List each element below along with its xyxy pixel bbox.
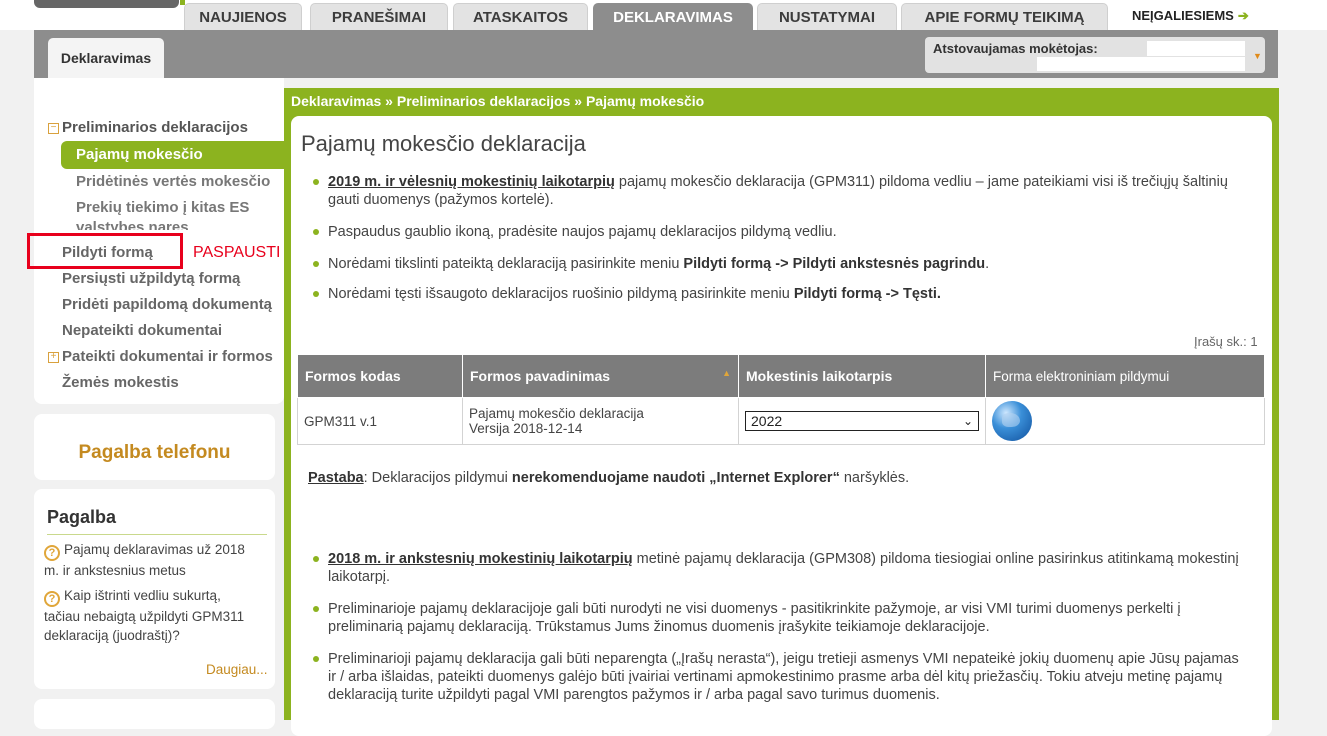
question-icon: ? xyxy=(44,545,60,561)
section-bar: Deklaravimas Atstovaujamas mokėtojas: ▼ xyxy=(34,30,1278,78)
sidebar-bottom-box xyxy=(34,699,275,729)
note-bold: nerekomenduojame naudoti „Internet Explo… xyxy=(511,470,840,486)
info-text: Preliminarioje pajamų deklaracijoje gali… xyxy=(328,601,1181,635)
col-mokestinis-laikotarpis[interactable]: Mokestinis laikotarpis xyxy=(738,354,986,398)
expand-icon[interactable]: + xyxy=(48,352,59,363)
dropdown-arrow-icon[interactable]: ▼ xyxy=(1253,51,1262,61)
nav-prideti-dokumenta[interactable]: Pridėti papildomą dokumentą xyxy=(62,296,272,313)
help-box: Pagalba ? Pajamų deklaravimas už 2018 m. … xyxy=(34,489,275,689)
cell-code: GPM311 v.1 xyxy=(297,397,463,445)
cell-period: 2022 ⌄ xyxy=(738,397,986,445)
cell-globe xyxy=(985,397,1265,445)
help-link-1-text[interactable]: Pajamų deklaravimas už 2018 m. ir ankste… xyxy=(44,542,245,578)
note-text: : Deklaracijos pildymui xyxy=(363,470,512,486)
payer-field-1[interactable] xyxy=(1147,41,1245,56)
more-link[interactable]: Daugiau... xyxy=(206,662,268,677)
period-value[interactable]: 2022 xyxy=(751,413,782,429)
logo xyxy=(34,0,179,8)
payer-label: Atstovaujamas mokėtojas: xyxy=(933,41,1098,56)
help-link-2-text[interactable]: Kaip ištrinti vedliu sukurtą, tačiau neb… xyxy=(44,588,244,643)
page-title: Pajamų mokesčio deklaracija xyxy=(301,131,586,156)
top-header: NAUJIENOS PRANEŠIMAI ATASKAITOS DEKLARAV… xyxy=(0,0,1327,30)
nav-pvm[interactable]: Pridėtinės vertės mokesčio xyxy=(76,172,276,192)
payer-selector[interactable]: Atstovaujamas mokėtojas: ▼ xyxy=(925,37,1265,73)
cell-name: Pajamų mokesčio deklaracija Versija 2018-… xyxy=(462,397,739,445)
info-item: Paspaudus gaublio ikoną, pradėsite naujo… xyxy=(313,223,1243,241)
main-panel: Deklaravimas » Preliminarios deklaracijo… xyxy=(284,88,1279,736)
breadcrumb: Deklaravimas » Preliminarios deklaracijo… xyxy=(291,93,704,109)
info-item: Preliminarioje pajamų deklaracijoje gali… xyxy=(313,600,1243,636)
breadcrumb-deklaravimas[interactable]: Deklaravimas » xyxy=(291,93,393,109)
payer-field-2[interactable] xyxy=(1037,57,1245,71)
info-item: 2018 m. ir ankstesnių mokestinių laikota… xyxy=(313,550,1243,586)
record-count: Įrašų sk.: 1 xyxy=(1194,334,1258,349)
tab-nustatymai[interactable]: NUSTATYMAI xyxy=(757,3,897,30)
form-version: Versija 2018-12-14 xyxy=(469,421,583,436)
divider xyxy=(47,534,267,535)
section-tab-deklaravimas[interactable]: Deklaravimas xyxy=(48,38,164,78)
nav-pateikti-dokumentai[interactable]: Pateikti dokumentai ir formos xyxy=(62,348,273,365)
help-link-1[interactable]: ? Pajamų deklaravimas už 2018 m. ir ankst… xyxy=(44,540,254,580)
nav-prekiu-tiekimo[interactable]: Prekių tiekimo į kitas ES valstybes nare… xyxy=(76,198,276,230)
info-item: Norėdami tikslinti pateiktą deklaraciją … xyxy=(313,255,1243,273)
chevron-down-icon[interactable]: ⌄ xyxy=(963,412,973,430)
nav-nepateikti-dokumentai[interactable]: Nepateikti dokumentai xyxy=(62,322,222,339)
info-bold: Pildyti formą -> Pildyti ankstesnės pagr… xyxy=(683,256,986,272)
info-item: Norėdami tęsti išsaugoto deklaracijos ru… xyxy=(313,285,1243,303)
forms-table: Formos kodas Formos pavadinimas ▲ Mokesti… xyxy=(297,354,1265,445)
collapse-icon[interactable]: − xyxy=(48,123,59,134)
accessibility-link-label[interactable]: NEĮGALIESIEMS xyxy=(1132,8,1234,23)
nav-persiusti-forma[interactable]: Persiųsti užpildytą formą xyxy=(62,270,240,287)
annotation-label: PASPAUSTI xyxy=(193,244,281,261)
help-title: Pagalba xyxy=(47,507,117,527)
help-link-2[interactable]: ? Kaip ištrinti vedliu sukurtą, tačiau ne… xyxy=(44,586,254,645)
info-item: 2019 m. ir vėlesnių mokestinių laikotarp… xyxy=(313,173,1243,209)
col-label[interactable]: Formos pavadinimas xyxy=(470,368,610,384)
col-formos-pavadinimas[interactable]: Formos pavadinimas ▲ xyxy=(462,354,739,398)
note-label: Pastaba xyxy=(308,470,364,486)
breadcrumb-current: » Pajamų mokesčio xyxy=(574,93,705,109)
arrow-right-icon: ➔ xyxy=(1237,8,1249,23)
phone-help-box: Pagalba telefonu xyxy=(34,414,275,480)
question-icon: ? xyxy=(44,591,60,607)
info-text: Norėdami tęsti išsaugoto deklaracijos ru… xyxy=(328,286,794,302)
note-end: naršyklės. xyxy=(839,470,910,486)
table-header-row: Formos kodas Formos pavadinimas ▲ Mokesti… xyxy=(297,354,1265,398)
form-name: Pajamų mokesčio deklaracija xyxy=(469,406,644,421)
nav-zemes-mokestis[interactable]: Žemės mokestis xyxy=(62,374,179,391)
breadcrumb-preliminarios[interactable]: Preliminarios deklaracijos xyxy=(397,93,571,109)
info-text: Paspaudus gaublio ikoną, pradėsite naujo… xyxy=(328,224,837,240)
info-text: Preliminarioji pajamų deklaracija gali b… xyxy=(328,651,1239,703)
info-text: Norėdami tikslinti pateiktą deklaraciją … xyxy=(328,256,684,272)
globe-icon[interactable] xyxy=(992,401,1032,441)
tab-apie-formu-teikima[interactable]: APIE FORMŲ TEIKIMĄ xyxy=(901,3,1108,30)
accessibility-link[interactable]: NEĮGALIESIEMS ➔ xyxy=(1132,8,1249,24)
col-forma-elektroniniam: Forma elektroniniam pildymui xyxy=(985,354,1265,398)
highlight-box xyxy=(27,233,183,269)
tab-naujienos[interactable]: NAUJIENOS xyxy=(184,3,302,30)
content-panel: Pajamų mokesčio deklaracija 2019 m. ir v… xyxy=(291,116,1272,736)
info-item: Preliminarioji pajamų deklaracija gali b… xyxy=(313,650,1243,704)
sort-icon[interactable]: ▲ xyxy=(722,368,731,378)
phone-help-title[interactable]: Pagalba telefonu xyxy=(34,442,275,464)
note: Pastaba: Deklaracijos pildymui nerekomen… xyxy=(308,470,909,486)
info-bold: Pildyti formą -> Tęsti. xyxy=(793,286,941,302)
table-row: GPM311 v.1 Pajamų mokesčio deklaracija Ve… xyxy=(297,397,1265,445)
nav-preliminarios-deklaracijos[interactable]: Preliminarios deklaracijos xyxy=(62,119,248,136)
tab-pranesimai[interactable]: PRANEŠIMAI xyxy=(310,3,448,30)
col-formos-kodas[interactable]: Formos kodas xyxy=(297,354,463,398)
tab-ataskaitos[interactable]: ATASKAITOS xyxy=(453,3,588,30)
tab-deklaravimas[interactable]: DEKLARAVIMAS xyxy=(593,3,753,30)
gpm308-link[interactable]: 2018 m. ir ankstesnių mokestinių laikota… xyxy=(328,551,633,567)
gpm311-link[interactable]: 2019 m. ir vėlesnių mokestinių laikotarp… xyxy=(328,174,615,190)
nav-pajamu-mokescio[interactable]: Pajamų mokesčio xyxy=(61,141,284,169)
period-select[interactable]: 2022 ⌄ xyxy=(745,411,979,431)
